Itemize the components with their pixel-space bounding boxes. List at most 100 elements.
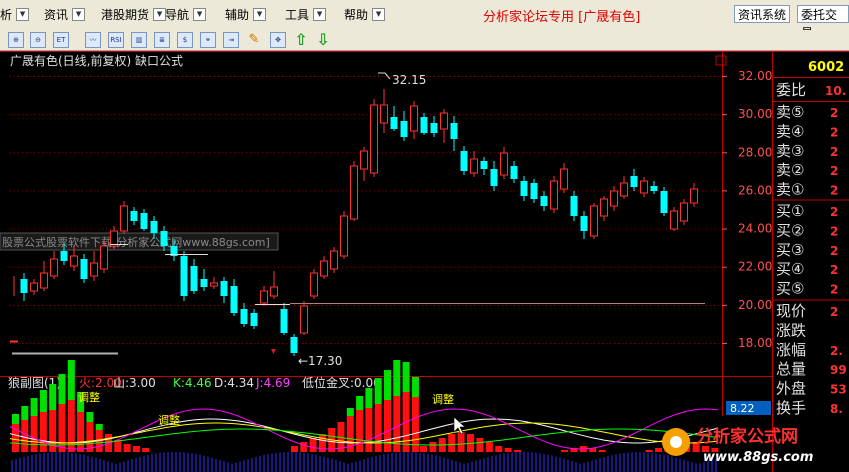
indicator-bar-red	[356, 410, 364, 452]
zoom-in-icon[interactable]: ⊕	[8, 32, 24, 48]
indicator-value-text: 8.22	[730, 402, 755, 415]
indicator-bar-red	[411, 397, 419, 452]
quote-value: 2	[830, 305, 838, 319]
candle-down	[570, 196, 578, 216]
indicator-bar-green	[95, 424, 103, 430]
candle-down	[430, 123, 438, 133]
candle-up	[40, 272, 48, 289]
menu-assist[interactable]: 辅助 ▼	[225, 0, 267, 30]
et-icon[interactable]: ET	[53, 32, 69, 48]
candle-up	[30, 282, 38, 292]
candle-up	[500, 152, 508, 176]
indicator-bar-red	[39, 412, 47, 452]
dollar-icon[interactable]: $	[177, 32, 193, 48]
candle-down	[60, 251, 68, 261]
candle-up	[550, 180, 558, 210]
indicator-bar-green	[411, 377, 419, 397]
candle-up	[680, 202, 688, 222]
candle-up	[270, 286, 278, 297]
menu-help[interactable]: 帮助 ▼	[344, 0, 386, 30]
menu-tools[interactable]: 工具 ▼	[285, 0, 327, 30]
chevron-down-icon: ▼	[72, 8, 86, 21]
indicator-bar-red	[457, 432, 465, 452]
candle-down	[650, 186, 658, 191]
indicator-bar-red	[123, 444, 131, 452]
logo-text: 分析家公式网	[696, 426, 798, 447]
info-system-button[interactable]: 资讯系统	[734, 5, 791, 23]
label-adjust-1: 调整	[158, 413, 180, 427]
candle-up	[260, 290, 268, 304]
quote-label: 买①	[776, 202, 804, 220]
rsi-icon[interactable]: RSI	[108, 32, 124, 48]
zoom-out-icon[interactable]: ⊖	[30, 32, 46, 48]
candle-down	[390, 117, 398, 129]
candle-up	[690, 188, 698, 204]
candle-down	[140, 213, 148, 229]
quote-value: 2	[830, 125, 838, 139]
stock-code: 6002	[808, 60, 844, 75]
indicator-k: K:4.46	[173, 376, 212, 390]
quote-list: 卖⑤ 2 卖④ 2 卖③ 2 卖② 2 卖① 2 买① 2 买② 2 买③ 2 买④ 2 买⑤ 2 现价 2 涨跌涨幅 2. 总…	[772, 103, 849, 417]
volume-icon[interactable]: ≣	[154, 32, 170, 48]
candle-down	[130, 211, 138, 221]
bar-chart-icon[interactable]: ▥	[131, 32, 147, 48]
move-icon[interactable]: ✥	[270, 32, 286, 48]
candle-down	[480, 161, 488, 169]
quote-value: 2	[830, 244, 838, 258]
candle-down	[530, 183, 538, 199]
indicator-bar-red	[142, 448, 150, 452]
quote-label: 涨幅	[776, 341, 806, 359]
candle-down	[510, 166, 518, 179]
quote-label: 总量	[776, 360, 806, 378]
quote-value: 2	[830, 283, 838, 297]
indicator-bar-red	[561, 450, 568, 452]
mouse-cursor-icon	[453, 416, 466, 435]
indicator-bar-red	[365, 408, 373, 452]
candle-up	[340, 215, 348, 257]
quote-value: 2	[830, 145, 838, 159]
candle-down	[180, 256, 188, 296]
chart-close-icon[interactable]	[715, 55, 727, 66]
quote-label: 涨跌	[776, 321, 806, 339]
candle-down	[150, 221, 158, 233]
menu-analysis-label: 析	[0, 8, 13, 22]
indicator-bar-red	[77, 412, 85, 452]
indicator-bar-red	[132, 446, 140, 452]
low-marker	[271, 349, 276, 354]
toolbar: ⊕ ⊖ ET 〰 RSI ▥ ≣ $ ⚭ ⇥ ✎ ✥ ⇧ ⇩	[0, 30, 849, 51]
menu-navigation[interactable]: 导航 ▼	[165, 0, 207, 30]
link-icon[interactable]: ⚭	[200, 32, 216, 48]
candle-down	[230, 286, 238, 313]
quote-value: 2	[830, 184, 838, 198]
import-icon[interactable]: ⇥	[223, 32, 239, 48]
candle-down	[630, 176, 638, 187]
quote-label: 换手	[776, 399, 806, 417]
weibi-value: 10.	[825, 84, 846, 98]
chart-area[interactable]: 32.00 30.00 28.00 26.00 24.00 22.00 20.00 18.00…	[0, 51, 849, 472]
candle-down	[580, 216, 588, 231]
candle-up	[330, 250, 338, 270]
arrow-down-icon[interactable]: ⇩	[315, 32, 331, 48]
menu-hk-futures[interactable]: 港股期货 ▼	[101, 0, 167, 30]
price-axis: 32.00 30.00 28.00 26.00 24.00 22.00 20.00 18.00	[722, 69, 772, 350]
candle-down	[190, 266, 198, 291]
indicator-bar-red	[485, 442, 493, 452]
logo-url: www.88gs.com	[703, 450, 813, 465]
quote-value: 2	[830, 224, 838, 238]
menu-navigation-label: 导航	[165, 8, 190, 22]
trade-button[interactable]: 委托交易	[797, 5, 849, 40]
arrow-up-icon[interactable]: ⇧	[293, 32, 309, 48]
menu-info[interactable]: 资讯 ▼	[44, 0, 86, 30]
pen-icon[interactable]: ✎	[246, 32, 262, 48]
quote-label: 外盘	[776, 380, 806, 398]
candle-up	[410, 105, 418, 132]
indicator-bar-green	[49, 384, 57, 410]
price-tick-label: 20.00	[738, 298, 772, 312]
candle-up	[300, 305, 308, 334]
menu-analysis[interactable]: 析 ▼	[0, 0, 30, 30]
candle-down	[460, 151, 468, 171]
quote-label: 卖③	[776, 142, 804, 160]
site-logo: 分析家公式网 www.88gs.com	[662, 426, 813, 465]
line-chart-icon[interactable]: 〰	[85, 32, 101, 48]
candle-up	[50, 258, 58, 277]
